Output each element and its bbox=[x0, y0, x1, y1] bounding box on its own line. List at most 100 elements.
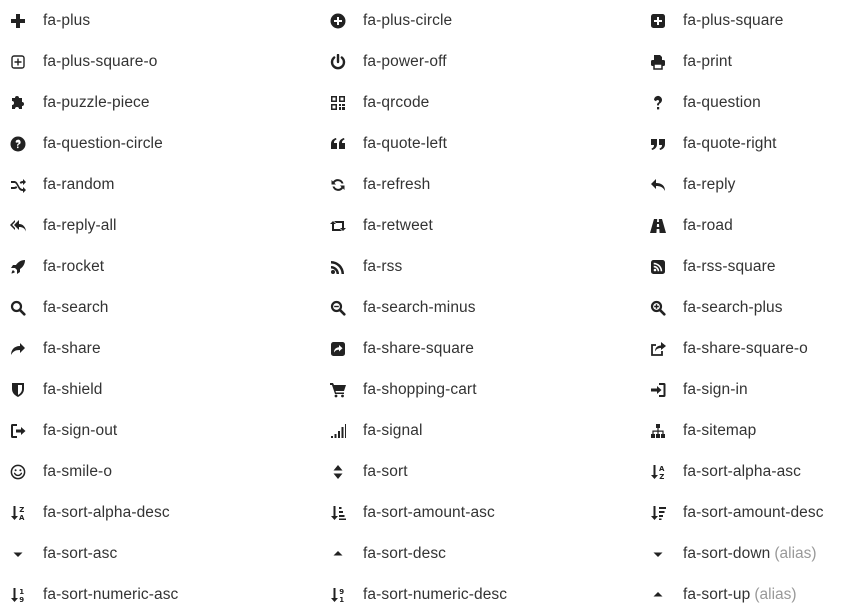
icon-list-item[interactable]: fa-rss bbox=[320, 246, 640, 287]
icon-list-item[interactable]: fa-rocket bbox=[0, 246, 320, 287]
icon-class-label: fa-sort-desc bbox=[363, 544, 447, 562]
icon-list-item[interactable]: fa-retweet bbox=[320, 205, 640, 246]
icon-list-item[interactable]: fa-question-circle bbox=[0, 123, 320, 164]
svg-text:9: 9 bbox=[19, 596, 24, 603]
rocket-icon bbox=[9, 258, 27, 276]
icon-list-item[interactable]: fa-quote-left bbox=[320, 123, 640, 164]
icon-list-item[interactable]: fa-sign-in bbox=[640, 369, 844, 410]
icon-list-item[interactable]: Z Afa-sort-alpha-desc bbox=[0, 492, 320, 533]
sort-asc-icon bbox=[9, 545, 27, 563]
sort-amount-asc-icon bbox=[329, 504, 347, 522]
icon-list-item[interactable]: A Zfa-sort-alpha-asc bbox=[640, 451, 844, 492]
sort-desc-icon bbox=[329, 545, 347, 563]
icon-grid: fa-plus fa-plus-circle fa-plus-square fa-pl… bbox=[0, 0, 844, 603]
reply-all-icon bbox=[9, 217, 27, 235]
icon-list-item[interactable]: fa-rss-square bbox=[640, 246, 844, 287]
icon-list-item[interactable]: fa-road bbox=[640, 205, 844, 246]
puzzle-piece-icon bbox=[9, 94, 27, 112]
icon-class-label: fa-sort-asc bbox=[43, 544, 118, 562]
icon-class-label: fa-plus-square bbox=[683, 11, 784, 29]
icon-class-label: fa-rocket bbox=[43, 257, 105, 275]
icon-class-label: fa-search-minus bbox=[363, 298, 476, 316]
icon-class-label: fa-sign-out bbox=[43, 421, 118, 439]
share-square-icon bbox=[329, 340, 347, 358]
svg-text:A: A bbox=[19, 514, 25, 521]
icon-list-item[interactable]: fa-shield bbox=[0, 369, 320, 410]
icon-class-label: fa-random bbox=[43, 175, 115, 193]
icon-class-label: fa-quote-left bbox=[363, 134, 448, 152]
icon-class-label: fa-retweet bbox=[363, 216, 433, 234]
icon-list-item[interactable]: fa-sort-amount-asc bbox=[320, 492, 640, 533]
icon-list-item[interactable]: fa-search bbox=[0, 287, 320, 328]
icon-list-item[interactable]: fa-question bbox=[640, 82, 844, 123]
icon-list-item[interactable]: fa-share bbox=[0, 328, 320, 369]
svg-text:Z: Z bbox=[19, 506, 24, 514]
quote-right-icon bbox=[649, 135, 667, 153]
plus-circle-icon bbox=[329, 12, 347, 30]
icon-class-label: fa-sort bbox=[363, 462, 408, 480]
icon-list-item[interactable]: fa-sort-desc bbox=[320, 533, 640, 574]
icon-list-item[interactable]: fa-random bbox=[0, 164, 320, 205]
icon-list-item[interactable]: fa-search-minus bbox=[320, 287, 640, 328]
qrcode-icon bbox=[329, 94, 347, 112]
icon-list-item[interactable]: 9 1 fa-sort-numeric-desc bbox=[320, 574, 640, 615]
icon-list-item[interactable]: fa-sitemap bbox=[640, 410, 844, 451]
icon-list-item[interactable]: fa-sort-up (alias) bbox=[640, 574, 844, 615]
icon-class-label: fa-search bbox=[43, 298, 109, 316]
question-circle-icon bbox=[9, 135, 27, 153]
sign-out-icon bbox=[9, 422, 27, 440]
svg-text:9: 9 bbox=[339, 588, 344, 596]
icon-list-item[interactable]: fa-plus-square-o bbox=[0, 41, 320, 82]
icon-list-item[interactable]: fa-share-square-o bbox=[640, 328, 844, 369]
shopping-cart-icon bbox=[329, 381, 347, 399]
icon-class-label: fa-sitemap bbox=[683, 421, 757, 439]
icon-list-item[interactable]: 1 9 fa-sort-numeric-asc bbox=[0, 574, 320, 615]
icon-list-item[interactable]: fa-quote-right bbox=[640, 123, 844, 164]
icon-class-label: fa-qrcode bbox=[363, 93, 430, 111]
icon-class-label: fa-sort-amount-asc bbox=[363, 503, 495, 521]
icon-class-label: fa-reply-all bbox=[43, 216, 117, 234]
icon-class-label: fa-plus-circle bbox=[363, 11, 453, 29]
icon-class-label: fa-question-circle bbox=[43, 134, 163, 152]
icon-list-item[interactable]: fa-plus-square bbox=[640, 0, 844, 41]
icon-list-item[interactable]: fa-shopping-cart bbox=[320, 369, 640, 410]
icon-list-item[interactable]: fa-smile-o bbox=[0, 451, 320, 492]
smile-o-icon bbox=[9, 463, 27, 481]
icon-list-item[interactable]: fa-reply-all bbox=[0, 205, 320, 246]
icon-class-label: fa-refresh bbox=[363, 175, 431, 193]
icon-list-item[interactable]: fa-share-square bbox=[320, 328, 640, 369]
svg-text:A: A bbox=[659, 465, 665, 473]
icon-class-label: fa-print bbox=[683, 52, 733, 70]
alias-note: (alias) bbox=[774, 544, 817, 562]
svg-text:1: 1 bbox=[19, 588, 24, 596]
icon-class-label: fa-shopping-cart bbox=[363, 380, 477, 398]
icon-list-item[interactable]: fa-plus bbox=[0, 0, 320, 41]
icon-list-item[interactable]: fa-plus-circle bbox=[320, 0, 640, 41]
icon-class-label: fa-sort-down bbox=[683, 544, 771, 562]
sort-down-icon bbox=[649, 545, 667, 563]
share-icon bbox=[9, 340, 27, 358]
icon-list-item[interactable]: fa-power-off bbox=[320, 41, 640, 82]
icon-list-item[interactable]: fa-sort-down (alias) bbox=[640, 533, 844, 574]
icon-list-item[interactable]: fa-search-plus bbox=[640, 287, 844, 328]
icon-list-item[interactable]: fa-puzzle-piece bbox=[0, 82, 320, 123]
signal-icon bbox=[329, 422, 347, 440]
icon-list-item[interactable]: fa-qrcode bbox=[320, 82, 640, 123]
icon-list-item[interactable]: fa-signal bbox=[320, 410, 640, 451]
question-icon bbox=[649, 94, 667, 112]
icon-list-item[interactable]: fa-reply bbox=[640, 164, 844, 205]
icon-list-item[interactable]: fa-sort-asc bbox=[0, 533, 320, 574]
random-icon bbox=[9, 176, 27, 194]
icon-list-item[interactable]: fa-sort bbox=[320, 451, 640, 492]
icon-class-label: fa-shield bbox=[43, 380, 103, 398]
icon-class-label: fa-sort-amount-desc bbox=[683, 503, 824, 521]
rss-square-icon bbox=[649, 258, 667, 276]
icon-list-item[interactable]: fa-print bbox=[640, 41, 844, 82]
icon-list-item[interactable]: fa-refresh bbox=[320, 164, 640, 205]
icon-list-item[interactable]: fa-sort-amount-desc bbox=[640, 492, 844, 533]
print-icon bbox=[649, 53, 667, 71]
sign-in-icon bbox=[649, 381, 667, 399]
search-plus-icon bbox=[649, 299, 667, 317]
icon-list-item[interactable]: fa-sign-out bbox=[0, 410, 320, 451]
icon-class-label: fa-search-plus bbox=[683, 298, 783, 316]
